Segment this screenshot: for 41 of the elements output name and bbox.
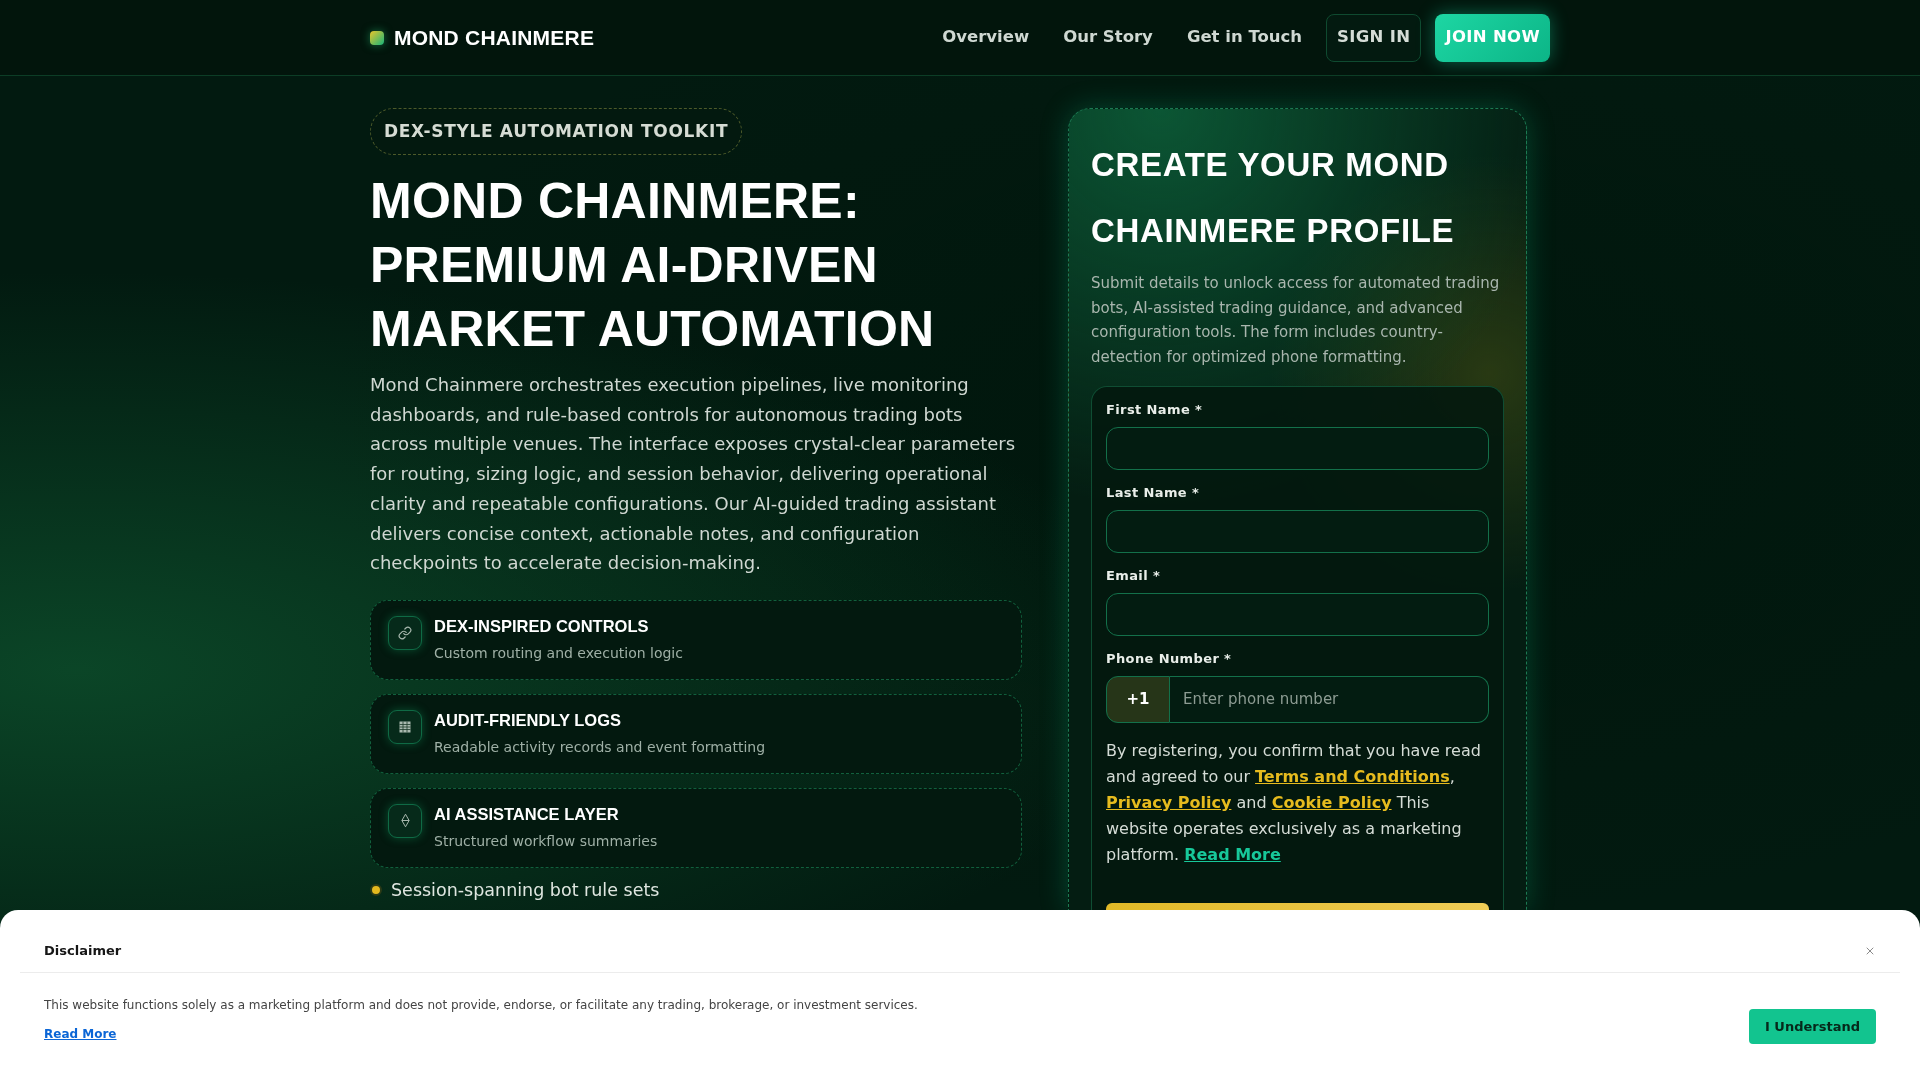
chain-icon [388, 615, 422, 650]
feature-subtitle: Custom routing and execution logic [434, 643, 683, 663]
feature-title: DEX-INSPIRED CONTROLS [434, 615, 650, 637]
logo-icon [370, 30, 384, 45]
consent-link[interactable]: Terms and Conditions [1255, 766, 1450, 786]
feature-title: AUDIT-FRIENDLY LOGS [434, 709, 623, 731]
country-code[interactable]: +1 [1106, 675, 1170, 723]
nav-link[interactable]: Our Story [1063, 25, 1153, 50]
hero-title: MOND CHAINMERE: PREMIUM AI-DRIVEN MARKET AUTOMATION [370, 172, 936, 359]
bullet-text: Session-spanning bot rule sets [391, 879, 660, 900]
consent-link[interactable]: Cookie Policy [1271, 792, 1392, 812]
consent-link[interactable]: Privacy Policy [1106, 792, 1232, 812]
field-label: Phone Number * [1106, 649, 1233, 668]
signup-description: Submit details to unlock access for automated trading bots, AI-assisted trading guidance, and advanced configuration tools. The form includes country-detection for optimized phone formatting. [1091, 273, 1501, 369]
text-field[interactable] [1106, 426, 1489, 470]
text-field[interactable] [1106, 592, 1489, 636]
feature-subtitle: Readable activity records and event formatting [434, 737, 766, 757]
close-button[interactable] [1864, 945, 1876, 957]
feature-subtitle: Structured workflow summaries [434, 831, 658, 851]
sign-in-button[interactable]: SIGN IN [1326, 13, 1422, 62]
understand-button[interactable]: I Understand [1749, 1009, 1876, 1044]
disclaimer-text: This website functions solely as a marketing platform and does not provide, endorse, or facilitate any trading, brokerage, or investment services. [44, 997, 918, 1014]
text-field[interactable] [1106, 509, 1489, 553]
brand-name[interactable]: MOND CHAINMERE [394, 21, 595, 54]
consent-text: By registering, you confirm that you have read and agreed to our Terms and Conditions, Privacy Policy and Cookie Policy This website operates exclusively as a marketing platform. Read More [1106, 739, 1482, 866]
close-icon [1864, 945, 1876, 957]
feature-title: AI ASSISTANCE LAYER [434, 803, 620, 825]
phone-field[interactable]: Enter phone number [1170, 675, 1489, 723]
field-label: Last Name * [1106, 483, 1201, 502]
field-label: Email * [1106, 566, 1162, 585]
disclaimer-title: Disclaimer [44, 942, 122, 960]
signup-title: CREATE YOUR MOND CHAINMERE PROFILE [1091, 145, 1456, 251]
hero-description: Mond Chainmere orchestrates execution pipelines, live monitoring dashboards, and rule-based controls for autonomous trading bots across multiple venues. The interface exposes crystal-clear parameters for routing, sizing logic, and session behavior, delivering operational clarity and repeatable configurations. Our AI-guided trading assistant delivers concise context, actionable notes, and configuration checkpoints to accelerate decision-making. [370, 373, 1017, 576]
field-label: First Name * [1106, 400, 1204, 419]
read-more-link[interactable]: Read More [44, 1025, 117, 1043]
diamond-icon [388, 803, 422, 838]
consent-link[interactable]: Read More [1184, 844, 1281, 864]
toolkit-badge: DEX-STYLE AUTOMATION TOOLKIT [370, 108, 743, 155]
nav-link[interactable]: Overview [942, 25, 1030, 50]
grid-icon [388, 709, 422, 744]
nav-link[interactable]: Get in Touch [1186, 25, 1303, 50]
